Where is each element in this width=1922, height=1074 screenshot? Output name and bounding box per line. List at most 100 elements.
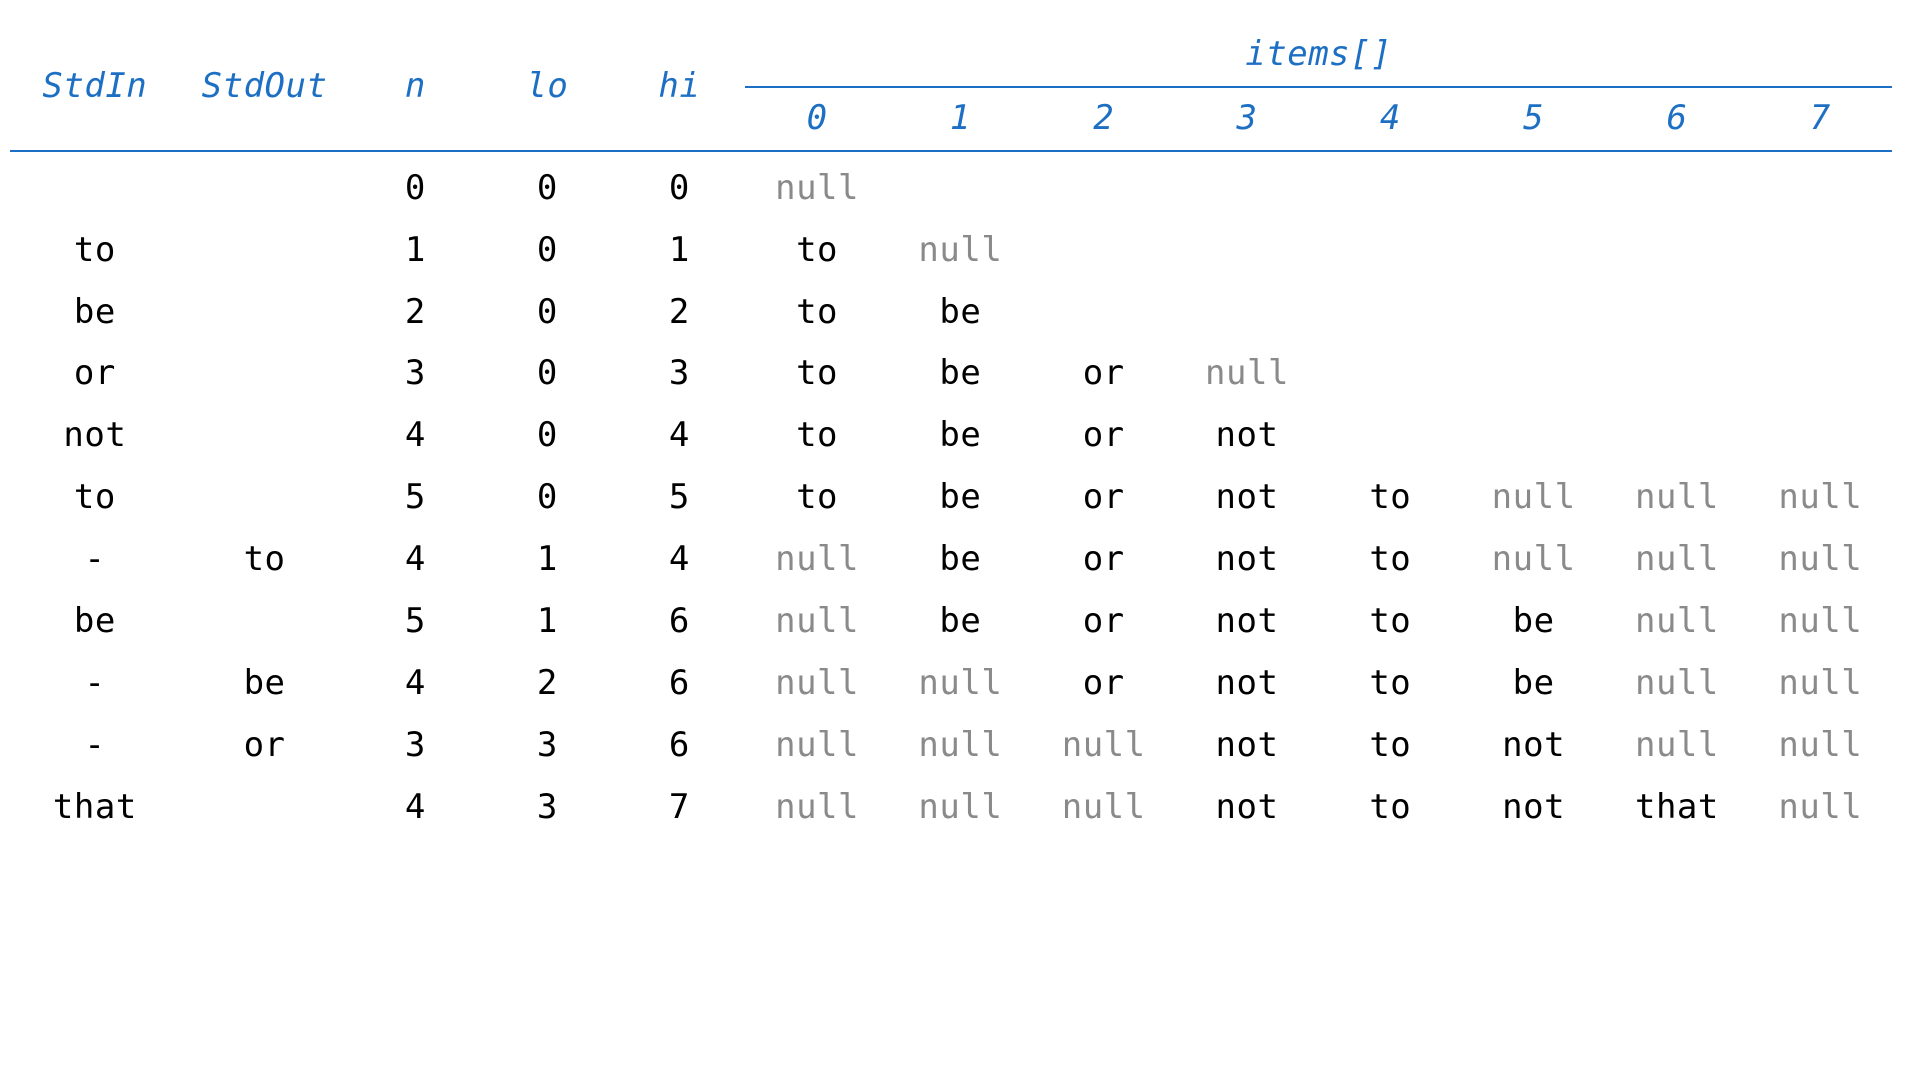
cell-item-1: be [889,282,1032,344]
col-stdin: StdIn [10,24,180,151]
cell-stdout [180,467,350,529]
cell-lo: 3 [481,777,613,839]
cell-item-5: not [1462,715,1605,777]
cell-item-3: null [1175,343,1318,405]
cell-item-7: null [1749,777,1892,839]
cell-item-1: be [889,467,1032,529]
cell-item-4 [1319,405,1462,467]
table-row: -to414nullbeornottonullnullnull [10,529,1892,591]
cell-item-5: not [1462,777,1605,839]
table-row: -or336nullnullnullnottonotnullnull [10,715,1892,777]
cell-n: 2 [349,282,481,344]
cell-item-0: null [745,715,888,777]
cell-stdout [180,151,350,220]
cell-item-7: null [1749,529,1892,591]
cell-stdin [10,151,180,220]
col-hi: hi [613,24,745,151]
table-row: to101tonull [10,220,1892,282]
cell-item-1: be [889,529,1032,591]
cell-item-1: be [889,343,1032,405]
cell-n: 4 [349,405,481,467]
trace-table: StdIn StdOut n lo hi items[] 0 1 2 3 4 5… [10,24,1892,839]
cell-stdout [180,220,350,282]
cell-item-5: be [1462,591,1605,653]
cell-item-1: null [889,653,1032,715]
cell-item-4: to [1319,653,1462,715]
cell-item-0: to [745,343,888,405]
cell-lo: 2 [481,653,613,715]
cell-item-6: null [1605,715,1748,777]
cell-item-6 [1605,220,1748,282]
cell-item-0: to [745,220,888,282]
cell-stdout: or [180,715,350,777]
cell-item-2: or [1032,529,1175,591]
cell-item-0: null [745,653,888,715]
table-row: to505tobeornottonullnullnull [10,467,1892,529]
cell-item-4 [1319,343,1462,405]
cell-item-5 [1462,220,1605,282]
col-index-2: 2 [1032,87,1175,151]
cell-hi: 4 [613,405,745,467]
cell-item-3: not [1175,591,1318,653]
cell-item-4: to [1319,715,1462,777]
cell-item-1: null [889,220,1032,282]
cell-item-4 [1319,220,1462,282]
cell-stdin: be [10,282,180,344]
cell-item-4: to [1319,591,1462,653]
cell-item-2 [1032,220,1175,282]
cell-lo: 1 [481,529,613,591]
cell-stdout [180,591,350,653]
cell-item-6: null [1605,467,1748,529]
cell-item-3 [1175,220,1318,282]
cell-lo: 0 [481,282,613,344]
cell-item-0: to [745,405,888,467]
cell-lo: 0 [481,151,613,220]
cell-stdout: to [180,529,350,591]
cell-hi: 6 [613,653,745,715]
cell-stdin: to [10,467,180,529]
cell-lo: 1 [481,591,613,653]
col-items: items[] [745,24,1892,87]
cell-hi: 4 [613,529,745,591]
cell-item-0: null [745,777,888,839]
cell-hi: 3 [613,343,745,405]
cell-hi: 6 [613,591,745,653]
cell-item-2 [1032,151,1175,220]
cell-stdout [180,282,350,344]
cell-item-2: or [1032,591,1175,653]
cell-n: 3 [349,715,481,777]
cell-item-2: or [1032,343,1175,405]
col-index-4: 4 [1319,87,1462,151]
cell-item-5 [1462,405,1605,467]
cell-item-3: not [1175,467,1318,529]
cell-stdin: not [10,405,180,467]
cell-n: 5 [349,467,481,529]
cell-item-1 [889,151,1032,220]
cell-stdin: or [10,343,180,405]
cell-n: 3 [349,343,481,405]
col-stdout: StdOut [180,24,350,151]
cell-item-7 [1749,151,1892,220]
col-index-7: 7 [1749,87,1892,151]
cell-item-5: null [1462,529,1605,591]
cell-stdout [180,405,350,467]
cell-item-1: be [889,405,1032,467]
cell-item-6: null [1605,653,1748,715]
table-row: -be426nullnullornottobenullnull [10,653,1892,715]
cell-item-7 [1749,220,1892,282]
cell-n: 4 [349,529,481,591]
cell-item-7: null [1749,653,1892,715]
table-body: 000nullto101tonullbe202tobeor303tobeornu… [10,151,1892,839]
cell-item-7: null [1749,467,1892,529]
cell-n: 5 [349,591,481,653]
cell-item-7: null [1749,715,1892,777]
cell-item-2: null [1032,777,1175,839]
cell-item-4: to [1319,777,1462,839]
cell-item-6: that [1605,777,1748,839]
cell-item-0: null [745,151,888,220]
col-index-3: 3 [1175,87,1318,151]
cell-n: 0 [349,151,481,220]
cell-item-5 [1462,282,1605,344]
cell-item-6 [1605,405,1748,467]
cell-item-2: or [1032,405,1175,467]
